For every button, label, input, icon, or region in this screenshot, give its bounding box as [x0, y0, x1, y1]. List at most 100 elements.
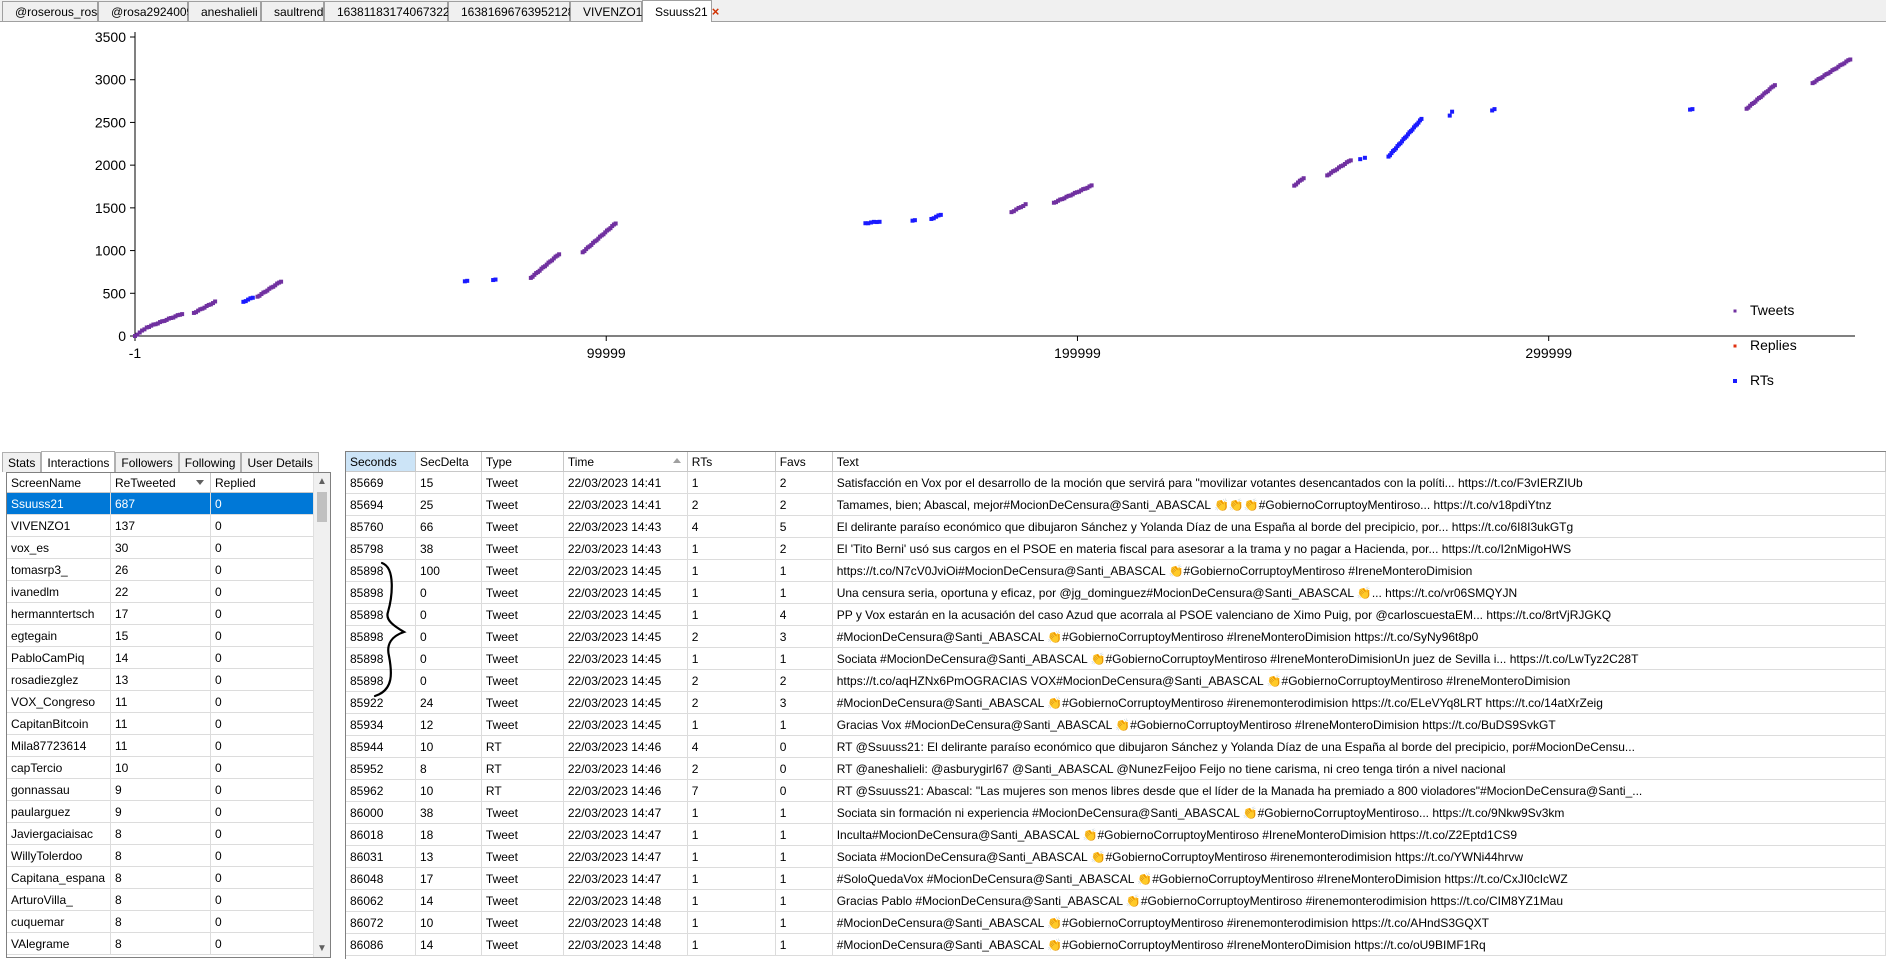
cell-seconds: 85952 [346, 758, 416, 779]
table-row[interactable]: 85760 66 Tweet 22/03/2023 14:43 4 5 El deliran… [346, 516, 1886, 538]
data-point [279, 279, 284, 284]
table-row[interactable]: ivanedlm 22 0 [7, 581, 330, 603]
tab-roserous-rosa[interactable]: @roserous_rosa× [2, 1, 115, 21]
close-icon[interactable]: × [712, 5, 720, 18]
table-row[interactable]: 85898 100 Tweet 22/03/2023 14:45 1 1 https://t… [346, 560, 1886, 582]
table-row[interactable]: 86048 17 Tweet 22/03/2023 14:47 1 1 #SoloQueda… [346, 868, 1886, 890]
table-row[interactable]: 85898 0 Tweet 22/03/2023 14:45 1 1 Sociata #Mo… [346, 648, 1886, 670]
tab-saultrend[interactable]: saultrend× [261, 1, 335, 21]
tab-ssuuss21[interactable]: Ssuuss21 × [642, 0, 719, 22]
table-row[interactable]: 86000 38 Tweet 22/03/2023 14:47 1 1 Sociata si… [346, 802, 1886, 824]
cell-rts: 1 [688, 604, 776, 625]
table-row[interactable]: 85944 10 RT 22/03/2023 14:46 4 0 RT @Ssuuss21:… [346, 736, 1886, 758]
table-row[interactable]: 86018 18 Tweet 22/03/2023 14:47 1 1 Inculta#Mo… [346, 824, 1886, 846]
tab-1638118317406732288[interactable]: 1638118317406732288× [324, 1, 475, 21]
column-header-seconds[interactable]: Seconds [346, 452, 416, 471]
table-row[interactable]: 85934 12 Tweet 22/03/2023 14:45 1 1 Gracias Vo… [346, 714, 1886, 736]
table-row[interactable]: Ssuuss21 687 0 [7, 493, 330, 515]
table-row[interactable]: paularguez 9 0 [7, 801, 330, 823]
cell-secdelta: 8 [416, 758, 482, 779]
interactions-scrollbar[interactable]: ▲ ▼ [313, 473, 330, 957]
scroll-up-icon[interactable]: ▲ [314, 473, 330, 490]
cell-type: Tweet [482, 802, 564, 823]
tab-vivenzo1[interactable]: VIVENZO1× [570, 1, 654, 21]
data-segment-22 [1810, 57, 1853, 86]
table-row[interactable]: vox_es 30 0 [7, 537, 330, 559]
table-row[interactable]: 85694 25 Tweet 22/03/2023 14:41 2 2 Tamames, b… [346, 494, 1886, 516]
tab-interactions[interactable]: Interactions [41, 451, 116, 473]
column-header-replied[interactable]: Replied [211, 473, 314, 492]
table-row[interactable]: VIVENZO1 137 0 [7, 515, 330, 537]
sort-desc-icon [196, 480, 204, 485]
cell-favs: 1 [776, 868, 833, 889]
column-header-rts[interactable]: RTs [688, 452, 776, 471]
table-row[interactable]: 85922 24 Tweet 22/03/2023 14:45 2 3 #MocionDeC… [346, 692, 1886, 714]
data-segment-7 [528, 252, 562, 280]
tab-1638169676395212802[interactable]: 1638169676395212802× [448, 1, 599, 21]
table-row[interactable]: tomasrp3_ 26 0 [7, 559, 330, 581]
scrollbar-thumb[interactable] [317, 492, 327, 522]
table-row[interactable]: 86072 10 Tweet 22/03/2023 14:48 1 1 #MocionDeC… [346, 912, 1886, 934]
table-row[interactable]: 85952 8 RT 22/03/2023 14:46 2 0 RT @aneshaliel… [346, 758, 1886, 780]
table-row[interactable]: VAlegrame 8 0 [7, 933, 330, 955]
column-header-time[interactable]: Time [564, 452, 688, 471]
table-row[interactable]: 86062 14 Tweet 22/03/2023 14:48 1 1 Gracias Pa… [346, 890, 1886, 912]
table-row[interactable]: 85798 38 Tweet 22/03/2023 14:43 1 2 El 'Tito B… [346, 538, 1886, 560]
column-header-screenname[interactable]: ScreenName [7, 473, 111, 492]
table-row[interactable]: 85898 0 Tweet 22/03/2023 14:45 2 2 https://t.c… [346, 670, 1886, 692]
table-row[interactable]: 85962 10 RT 22/03/2023 14:46 7 0 RT @Ssuuss21:… [346, 780, 1886, 802]
table-row[interactable]: ArturoVilla_ 8 0 [7, 889, 330, 911]
table-row[interactable]: gonnassau 9 0 [7, 779, 330, 801]
data-point [213, 299, 218, 304]
sort-asc-icon [672, 458, 681, 463]
data-segment-9 [863, 219, 882, 226]
data-segment-5 [462, 278, 470, 284]
table-row[interactable]: hermanntertsch 17 0 [7, 603, 330, 625]
table-row[interactable]: capTercio 10 0 [7, 757, 330, 779]
tab-stats[interactable]: Stats [2, 452, 42, 472]
cell-seconds: 85962 [346, 780, 416, 801]
cell-favs: 2 [776, 494, 833, 515]
table-row[interactable]: Javiergaciaisac 8 0 [7, 823, 330, 845]
tab-rosa29240097[interactable]: @rosa29240097× [98, 1, 212, 21]
table-row[interactable]: rosadiezglez 13 0 [7, 669, 330, 691]
table-row[interactable]: Mila87723614 11 0 [7, 735, 330, 757]
table-row[interactable]: VOX_Congreso 11 0 [7, 691, 330, 713]
tab-followers[interactable]: Followers [115, 452, 179, 472]
table-row[interactable]: egtegain 15 0 [7, 625, 330, 647]
table-row[interactable]: PabloCamPiq 14 0 [7, 647, 330, 669]
table-row[interactable]: CapitanBitcoin 11 0 [7, 713, 330, 735]
tab-label: 1638118317406732288 [337, 4, 463, 19]
table-row[interactable]: 85898 0 Tweet 22/03/2023 14:45 2 3 #MocionDeCe… [346, 626, 1886, 648]
cell-favs: 0 [776, 758, 833, 779]
cell-rts: 4 [688, 516, 776, 537]
column-header-secdelta[interactable]: SecDelta [416, 452, 482, 471]
cell-type: Tweet [482, 692, 564, 713]
cell-seconds: 85760 [346, 516, 416, 537]
scroll-down-icon[interactable]: ▼ [314, 940, 330, 957]
cell-seconds: 86086 [346, 934, 416, 955]
table-row[interactable]: Capitana_espana 8 0 [7, 867, 330, 889]
tab-following[interactable]: Following [178, 452, 242, 472]
data-segment-13 [1051, 183, 1094, 205]
column-header-type[interactable]: Type [482, 452, 564, 471]
table-row[interactable]: 85898 0 Tweet 22/03/2023 14:45 1 1 Una censura… [346, 582, 1886, 604]
profile-tab-strip: @roserous_rosa× @rosa29240097× aneshalie… [0, 0, 1886, 22]
column-header-retweeted[interactable]: ReTweeted [111, 473, 211, 492]
column-header-label: Time [567, 454, 595, 469]
table-row[interactable]: 85898 0 Tweet 22/03/2023 14:45 1 4 PP y Vox es… [346, 604, 1886, 626]
column-header-text[interactable]: Text [833, 452, 1886, 471]
cell-retweeted: 22 [111, 581, 211, 602]
table-row[interactable]: 86086 14 Tweet 22/03/2023 14:48 1 1 #MocionDeC… [346, 934, 1886, 956]
table-row[interactable]: 86031 13 Tweet 22/03/2023 14:47 1 1 Sociata #M… [346, 846, 1886, 868]
table-row[interactable]: cuquemar 8 0 [7, 911, 330, 933]
cell-rts: 1 [688, 648, 776, 669]
tab-aneshalieli[interactable]: aneshalieli× [188, 1, 269, 21]
column-header-favs[interactable]: Favs [776, 452, 833, 471]
cell-secdelta: 15 [416, 472, 482, 493]
cell-screenname: Javiergaciaisac [7, 823, 111, 844]
table-row[interactable]: 85669 15 Tweet 22/03/2023 14:41 1 2 Satisfacci… [346, 472, 1886, 494]
table-row[interactable]: WillyTolerdoo 8 0 [7, 845, 330, 867]
cell-text: RT @Ssuuss21: Abascal: "Las mujeres son … [833, 780, 1886, 801]
tab-user-details[interactable]: User Details [241, 452, 319, 472]
